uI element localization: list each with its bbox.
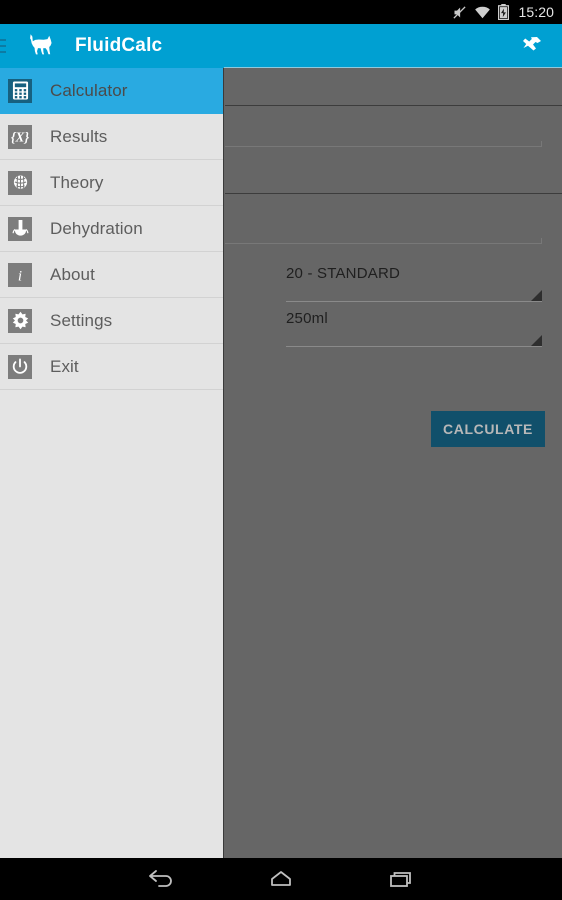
back-icon[interactable] xyxy=(101,858,221,900)
svg-text:i: i xyxy=(18,268,22,284)
info-icon: i xyxy=(8,262,32,287)
drip-rate-value: 20 - STANDARD xyxy=(286,265,401,282)
sidebar-item-label: Results xyxy=(50,126,108,146)
drip-rate-spinner[interactable]: 20 - STANDARD xyxy=(286,260,542,302)
gear-icon xyxy=(8,308,32,333)
sidebar-item-settings[interactable]: Settings xyxy=(0,298,223,344)
sidebar-item-label: Calculator xyxy=(50,80,128,100)
field-tick-2 xyxy=(541,141,542,146)
status-bar: 15:20 xyxy=(0,0,562,24)
hamburger-menu-icon[interactable] xyxy=(0,34,6,58)
sidebar-item-theory[interactable]: Theory xyxy=(0,160,223,206)
sidebar-item-dehydration[interactable]: Dehydration xyxy=(0,206,223,252)
pin-icon[interactable] xyxy=(520,34,544,58)
sidebar-item-exit[interactable]: Exit xyxy=(0,344,223,390)
wifi-icon xyxy=(474,4,491,20)
drip-rate-underline xyxy=(286,301,542,302)
app-bar-underline xyxy=(224,67,562,68)
field-divider-1 xyxy=(225,105,562,106)
dog-logo-icon xyxy=(26,33,56,59)
sidebar-item-label: About xyxy=(50,264,95,284)
sidebar-item-label: Exit xyxy=(50,356,79,376)
power-icon xyxy=(8,354,32,379)
calculate-button-label: CALCULATE xyxy=(443,421,533,437)
field-divider-3 xyxy=(225,193,562,194)
formula-icon: {X} xyxy=(8,124,32,149)
sidebar-item-label: Settings xyxy=(50,310,113,330)
app-screen: 15:20 FluidCalc 20 - STANDARD 250ml CALC… xyxy=(0,0,562,900)
spinner-arrow-icon xyxy=(531,335,542,346)
brain-icon xyxy=(8,170,32,195)
bag-volume-underline xyxy=(286,346,542,347)
navigation-drawer: Calculator {X} Results Theory Dehydratio… xyxy=(0,68,224,858)
mute-icon xyxy=(452,4,467,20)
calculate-button[interactable]: CALCULATE xyxy=(431,411,545,447)
bag-volume-spinner[interactable]: 250ml xyxy=(286,305,542,347)
sidebar-item-label: Theory xyxy=(50,172,104,192)
sidebar-item-about[interactable]: i About xyxy=(0,252,223,298)
sidebar-item-label: Dehydration xyxy=(50,218,143,238)
bag-volume-value: 250ml xyxy=(286,310,328,327)
system-navigation-bar xyxy=(0,858,562,900)
sidebar-item-results[interactable]: {X} Results xyxy=(0,114,223,160)
page-title: FluidCalc xyxy=(75,35,163,56)
app-bar: FluidCalc xyxy=(0,24,562,68)
droplet-icon xyxy=(8,216,32,241)
recents-icon[interactable] xyxy=(341,858,461,900)
home-icon[interactable] xyxy=(221,858,341,900)
field-divider-2 xyxy=(225,146,542,147)
svg-text:{X}: {X} xyxy=(11,129,30,144)
field-divider-4 xyxy=(225,243,542,244)
field-tick-4 xyxy=(541,238,542,243)
spinner-arrow-icon xyxy=(531,290,542,301)
battery-charging-icon xyxy=(498,4,510,20)
status-bar-clock: 15:20 xyxy=(518,4,554,20)
calculator-icon xyxy=(8,78,32,103)
sidebar-item-calculator[interactable]: Calculator xyxy=(0,68,223,114)
